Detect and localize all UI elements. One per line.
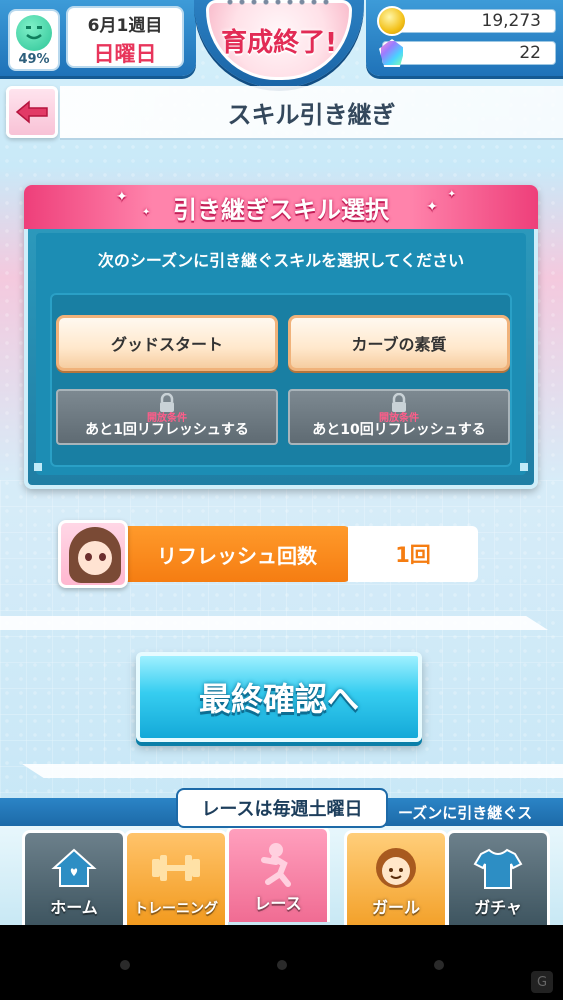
skill-option-good-start[interactable]: グッドスタート [56,315,278,371]
watermark-logo-icon: G [531,971,553,993]
refresh-count-label: リフレッシュ回数 [124,526,350,582]
panel-heading-text: 引き継ぎスキル選択 [173,195,389,224]
game-screen: 49% 6月1週目 日曜日 育成終了! 19,273 22 スキル引き継ぎ 引き… [0,0,563,925]
nav-home[interactable]: ホーム [22,830,126,925]
page-title: スキル引き継ぎ [60,86,563,138]
sparkle-icon: ✦ [426,199,438,215]
final-confirm-button[interactable]: 最終確認へ [136,652,422,742]
panel-heading: 引き継ぎスキル選択 ✦ ✦ ✦ ✦ [24,185,538,229]
decor-stripe [0,616,548,630]
nav-label: ガール [371,898,420,917]
currency-panel: 19,273 22 [366,0,563,76]
skill-select-panel: 引き継ぎスキル選択 ✦ ✦ ✦ ✦ 次のシーズンに引き継ぐスキルを選択してくださ… [24,185,538,489]
sparkle-icon: ✦ [447,189,456,200]
bottom-nav: ホーム トレーニング レース ガール ガチャ [0,826,563,925]
gem-amount: 22 [519,43,541,63]
dumbbell-icon [149,843,203,893]
smile-icon [26,26,42,40]
nav-label: ガチャ [474,898,522,917]
nav-label: ホーム [50,898,98,917]
ticker-text: ーズンに引き継ぐス [398,804,533,822]
gem-icon [379,39,405,67]
coin-amount: 19,273 [481,11,541,31]
shirt-icon [471,843,525,893]
status-panel: 49% 6月1週目 日曜日 [0,0,196,76]
panel-corner [520,463,528,471]
system-back-icon[interactable] [120,960,130,970]
gem-counter: 22 [379,39,556,67]
finish-button-frame: 育成終了! [194,0,364,88]
nav-girl[interactable]: ガール [344,830,448,925]
nav-gacha[interactable]: ガチャ [446,830,550,925]
locked-skill-slot: 開放条件 あと10回リフレッシュする [288,389,510,445]
ticker-popup: レースは毎週土曜日 [176,788,388,828]
binder-rings [224,0,334,6]
unlock-condition-text: あと10回リフレッシュする [312,422,486,438]
nav-race[interactable]: レース [226,826,330,922]
unlock-condition-text: あと1回リフレッシュする [85,422,249,438]
girl-icon [369,843,423,893]
mood-meter[interactable]: 49% [8,9,60,71]
home-icon [47,843,101,893]
nav-training[interactable]: トレーニング [124,830,228,925]
mood-percent: 49% [18,52,50,67]
panel-corner [34,463,42,471]
back-button[interactable] [6,86,58,138]
calendar-box: 6月1週目 日曜日 [66,6,184,68]
finish-training-button[interactable]: 育成終了! [206,0,352,80]
mood-face-icon [16,15,52,51]
refresh-count-bar: リフレッシュ回数 1回 [58,520,478,588]
back-arrow-icon [15,100,48,124]
refresh-count-value: 1回 [348,526,478,582]
runner-icon [251,839,305,889]
date-week: 6月1週目 [87,16,163,36]
skill-grid: グッドスタート カーブの素質 開放条件 あと1回リフレッシュする 開放条件 あと… [50,293,512,467]
skill-option-curve[interactable]: カーブの素質 [288,315,510,371]
locked-skill-slot: 開放条件 あと1回リフレッシュする [56,389,278,445]
date-day: 日曜日 [93,42,157,66]
sparkle-icon: ✦ [142,207,151,218]
coin-icon [377,6,407,36]
character-avatar [58,520,128,588]
coin-counter: 19,273 [377,6,556,36]
system-recents-icon[interactable] [434,960,444,970]
panel-instruction: 次のシーズンに引き継ぐスキルを選択してください [97,251,465,270]
nav-label: トレーニング [134,901,218,917]
sparkle-icon: ✦ [116,189,128,205]
system-nav-bar: G [0,925,563,1000]
decor-stripe [22,764,563,778]
nav-label: レース [254,894,302,913]
system-home-icon[interactable] [277,960,287,970]
